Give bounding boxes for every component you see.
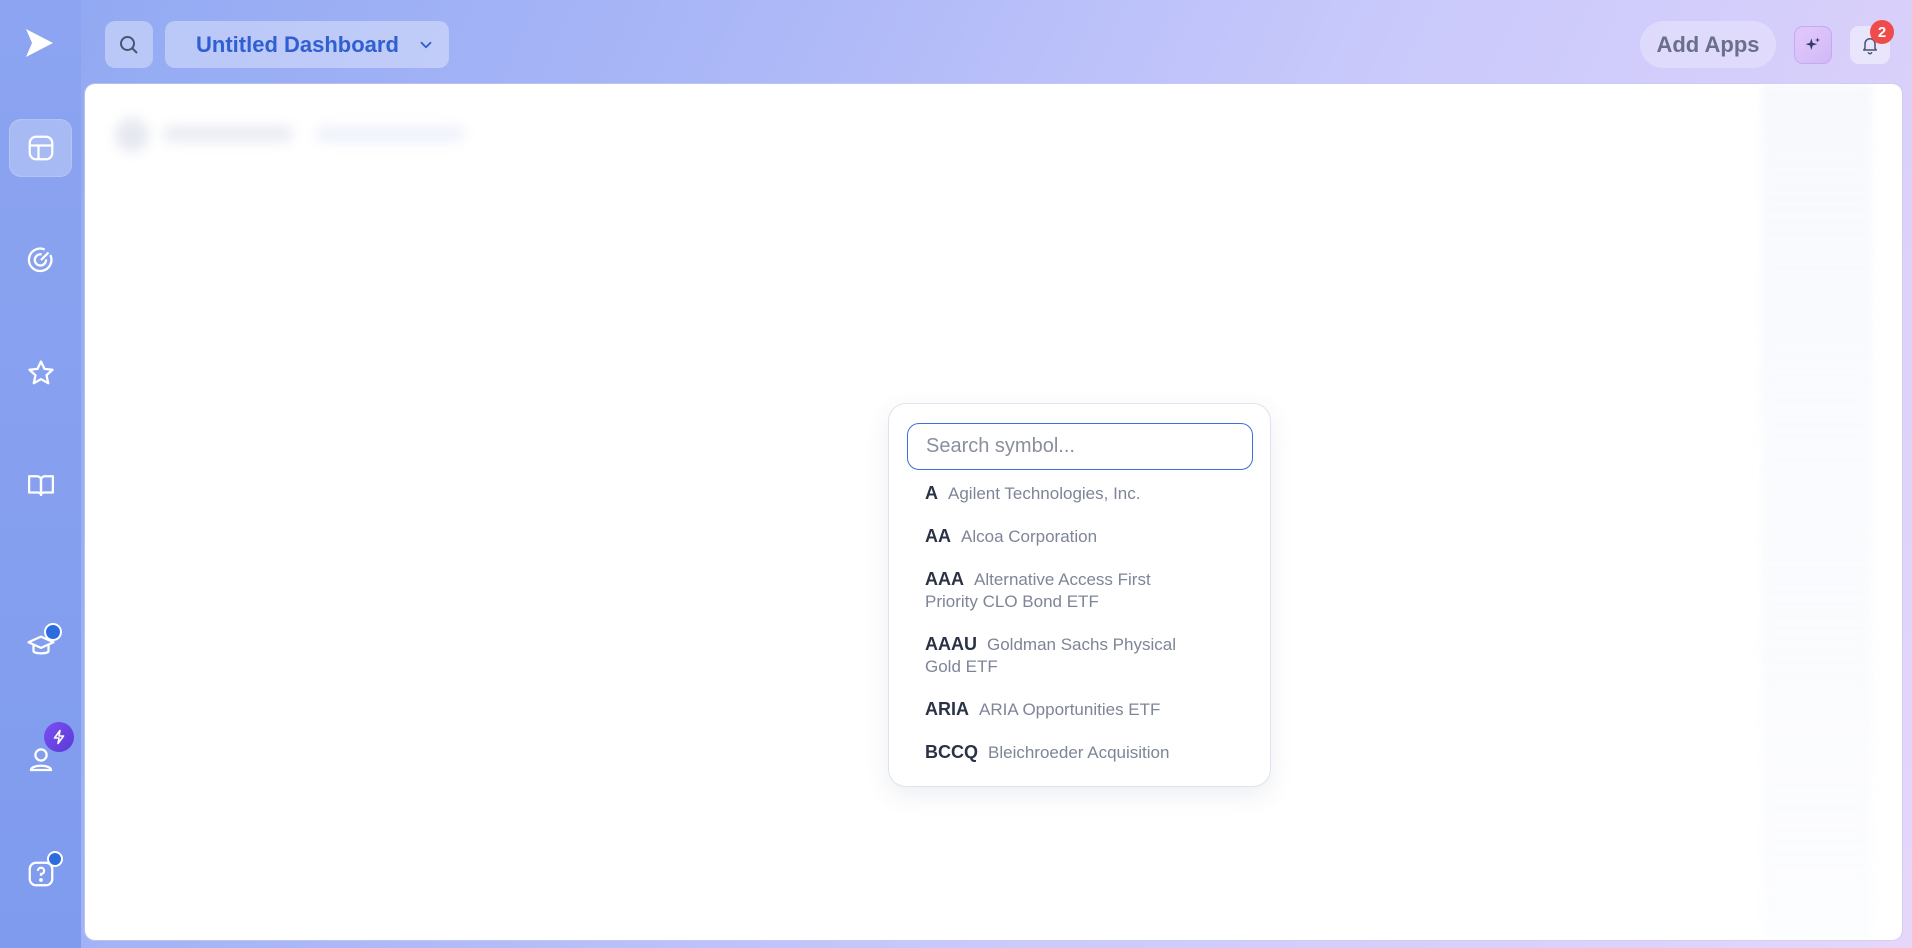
add-apps-button[interactable]: Add Apps xyxy=(1640,21,1776,68)
dashboard-title: Untitled Dashboard xyxy=(196,31,399,57)
sidebar-item-help[interactable] xyxy=(9,845,72,903)
sidebar-item-academy[interactable] xyxy=(9,617,72,675)
chevron-down-icon xyxy=(420,41,432,48)
sidebar-item-learn[interactable] xyxy=(9,456,72,514)
sparkle-icon xyxy=(1805,37,1821,50)
blurred-widget-header xyxy=(115,114,475,154)
symbol-name: Bleichroeder Acquisition xyxy=(988,743,1170,762)
symbol-results-list: A Agilent Technologies, Inc. AA Alcoa Corp… xyxy=(889,482,1270,784)
sidebar xyxy=(0,0,81,948)
bolt-icon xyxy=(44,722,74,752)
symbol-ticker: BCCQ xyxy=(925,742,978,762)
notification-dot xyxy=(47,851,63,867)
ai-assistant-button[interactable] xyxy=(1794,26,1832,64)
dashboard-selector[interactable]: Untitled Dashboard xyxy=(165,21,449,68)
search-button[interactable] xyxy=(105,21,153,68)
symbol-ticker: A xyxy=(925,483,938,503)
symbol-search-input[interactable] xyxy=(907,423,1253,470)
notification-dot xyxy=(44,623,62,641)
symbol-ticker: AAA xyxy=(925,569,964,589)
sidebar-item-favorites[interactable] xyxy=(9,344,72,402)
sidebar-item-activity[interactable] xyxy=(9,231,72,289)
symbol-result-item[interactable]: AA Alcoa Corporation xyxy=(889,525,1270,548)
book-icon xyxy=(27,475,54,497)
blurred-side-panel xyxy=(1762,84,1872,940)
star-icon xyxy=(27,360,54,385)
symbol-result-item[interactable]: AAA Alternative Access First Priority CLO… xyxy=(889,568,1270,613)
symbol-name: Agilent Technologies, Inc. xyxy=(948,484,1141,503)
symbol-result-item[interactable]: A Agilent Technologies, Inc. xyxy=(889,482,1270,505)
play-logo-icon[interactable] xyxy=(22,26,56,60)
symbol-name: Alcoa Corporation xyxy=(961,527,1098,546)
notification-count-badge: 2 xyxy=(1870,20,1894,44)
symbol-ticker: ARIA xyxy=(925,699,969,719)
dashboard-icon xyxy=(28,135,53,161)
symbol-ticker: AA xyxy=(925,526,951,546)
search-icon xyxy=(120,35,138,54)
top-bar: Untitled Dashboard Add Apps 2 xyxy=(81,6,1906,82)
symbol-name: ARIA Opportunities ETF xyxy=(979,700,1161,719)
symbol-result-item[interactable]: ARIA ARIA Opportunities ETF xyxy=(889,698,1270,721)
notifications-button[interactable]: 2 xyxy=(1850,20,1894,64)
radar-icon xyxy=(27,247,53,273)
symbol-ticker: AAAU xyxy=(925,634,977,654)
sidebar-item-dashboard[interactable] xyxy=(9,119,72,177)
dashboard-canvas: A Agilent Technologies, Inc. AA Alcoa Corp… xyxy=(85,84,1902,940)
symbol-result-item[interactable]: AAAU Goldman Sachs Physical Gold ETF xyxy=(889,633,1270,678)
symbol-search-popover: A Agilent Technologies, Inc. AA Alcoa Corp… xyxy=(888,403,1271,787)
symbol-result-item[interactable]: BCCQ Bleichroeder Acquisition xyxy=(889,741,1270,764)
